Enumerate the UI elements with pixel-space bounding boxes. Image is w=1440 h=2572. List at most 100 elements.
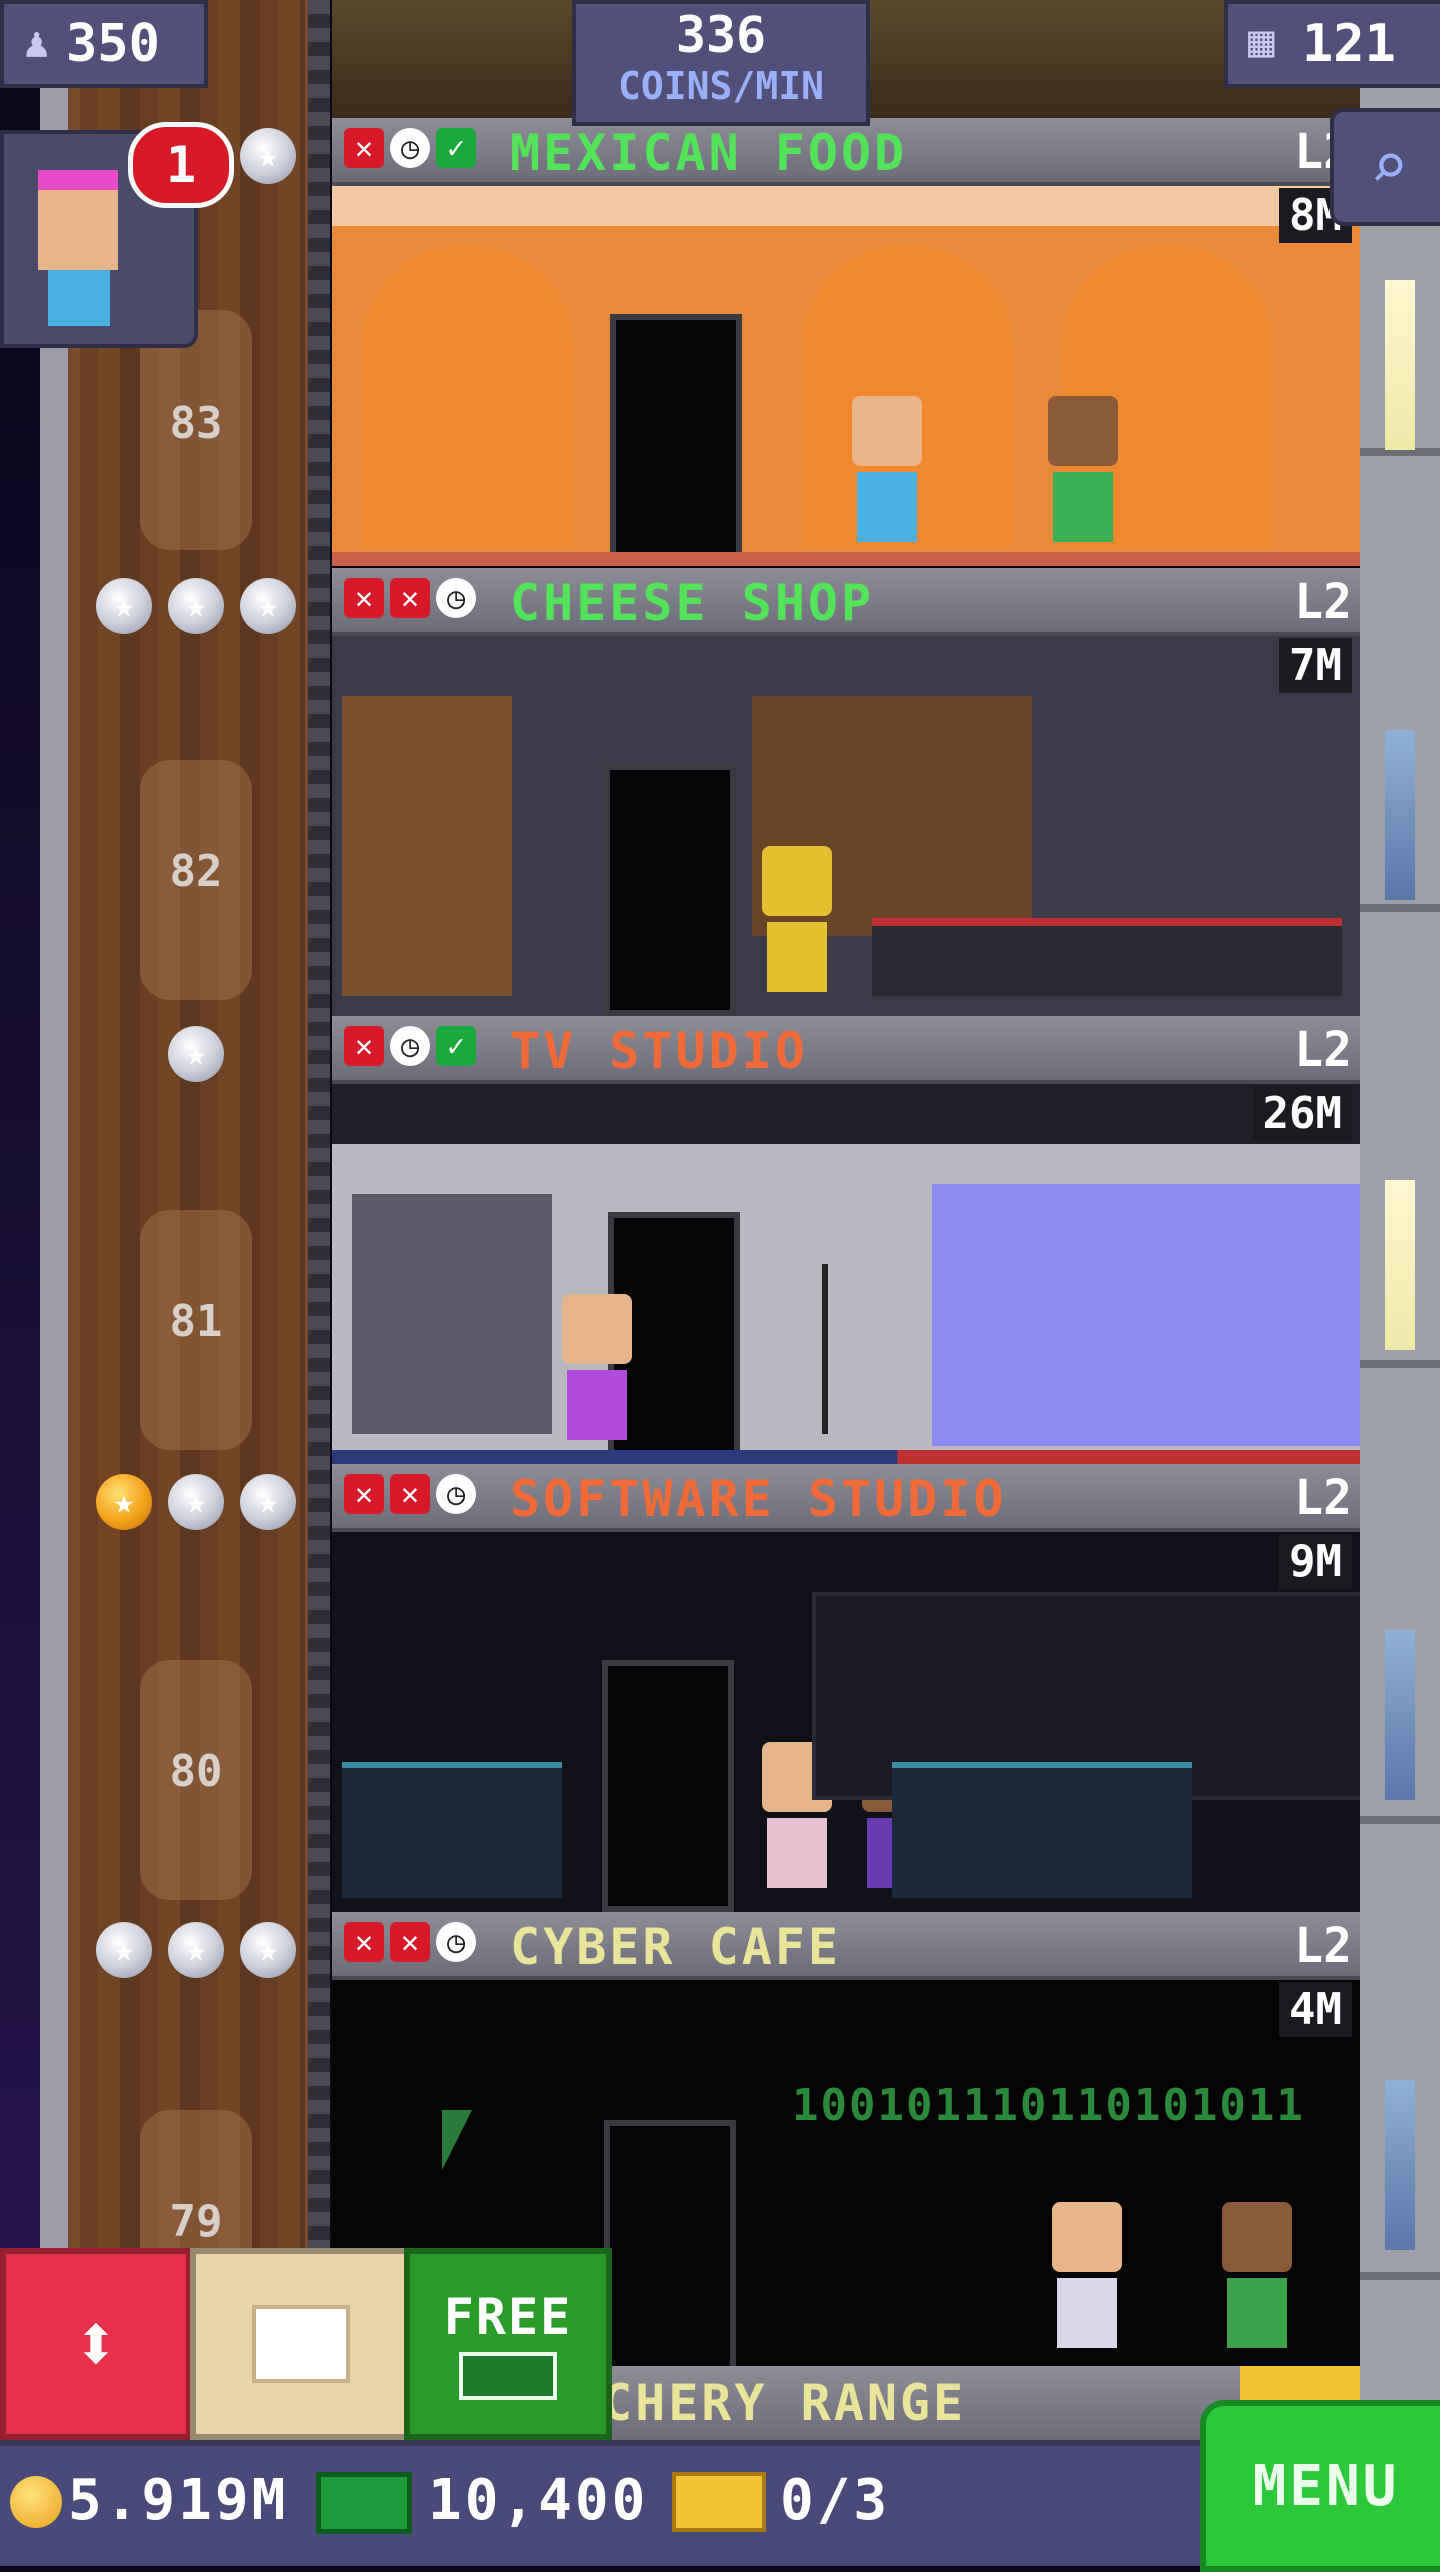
floor-header: ✕ ◷ ✓ TV STUDIO L2 <box>332 1016 1360 1084</box>
bitizen[interactable] <box>562 1294 632 1444</box>
decor-desk <box>342 1762 562 1898</box>
free-label: FREE <box>443 2288 573 2346</box>
floor-cheese-shop[interactable]: ✕ ✕ ◷ CHEESE SHOP L2 7M <box>332 568 1360 1016</box>
clock-icon: ◷ <box>436 1474 476 1514</box>
floor-stars-cheese-shop: ★ ★ ★ <box>96 578 296 634</box>
room-door <box>602 1660 734 1912</box>
floor-level: L2 <box>1294 574 1352 630</box>
room-door <box>604 2120 736 2372</box>
floor-tv-studio[interactable]: ✕ ◷ ✓ TV STUDIO L2 26M <box>332 1016 1360 1464</box>
silver-star-icon: ★ <box>168 578 224 634</box>
space-background <box>0 0 40 2560</box>
elevator-beam <box>308 0 330 2440</box>
magnifier-icon: ⌕ <box>1369 130 1409 204</box>
silver-star-icon: ★ <box>168 1922 224 1978</box>
menu-label: MENU <box>1252 2453 1400 2519</box>
floors-counter[interactable]: ▦ 121 <box>1224 0 1440 88</box>
floor-number-label: 80 <box>169 1746 223 1797</box>
bitizen[interactable] <box>762 846 832 996</box>
floor-name: TV STUDIO <box>510 1022 808 1080</box>
stock-icons: ✕ ✕ ◷ <box>344 1474 476 1514</box>
window <box>1385 1630 1415 1800</box>
floor-level: L2 <box>1294 1470 1352 1526</box>
elevator-rail <box>40 0 68 2440</box>
bitizen[interactable] <box>1048 396 1118 546</box>
window <box>1385 730 1415 900</box>
floor-strip <box>332 1450 1360 1464</box>
zoom-button[interactable]: ⌕ <box>1330 108 1440 226</box>
silver-star-icon: ★ <box>240 128 296 184</box>
cursor-icon <box>442 2110 472 2170</box>
silver-star-icon: ★ <box>240 1922 296 1978</box>
decor-counter <box>872 918 1342 996</box>
population-counter[interactable]: ♟ 350 <box>0 0 208 88</box>
stock-icons: ✕ ◷ ✓ <box>344 128 476 168</box>
out-of-stock-icon: ✕ <box>344 578 384 618</box>
floor-number-label: 81 <box>169 1296 223 1347</box>
out-of-stock-icon: ✕ <box>390 578 430 618</box>
window-lit <box>1385 280 1415 450</box>
floor-level: L2 <box>1294 1022 1352 1078</box>
population-icon: ♟ <box>24 18 50 67</box>
free-bux-button[interactable]: FREE <box>404 2248 612 2440</box>
stock-icons: ✕ ✕ ◷ <box>344 578 476 618</box>
clock-icon: ◷ <box>390 128 430 168</box>
floor-header: ✕ ◷ ✓ MEXICAN FOOD L2 <box>332 118 1360 186</box>
building-icon: ▦ <box>1248 16 1275 67</box>
floors-value: 121 <box>1302 14 1396 74</box>
up-down-arrows-icon: ⬍ <box>71 2297 121 2390</box>
out-of-stock-icon: ✕ <box>344 1922 384 1962</box>
floor-name: MEXICAN FOOD <box>510 124 908 182</box>
floor-stars-mexican-food: ★ <box>240 128 296 184</box>
window-lit <box>1385 1180 1415 1350</box>
bitizen[interactable] <box>1222 2202 1292 2352</box>
floor-number-label: 83 <box>169 398 223 449</box>
floor-stars-software-studio: ★ ★ ★ <box>96 1474 296 1530</box>
room-interior <box>332 1084 1360 1464</box>
out-of-stock-icon: ✕ <box>390 1922 430 1962</box>
silver-star-icon: ★ <box>168 1474 224 1530</box>
floor-header: ✕ ✕ ◷ SOFTWARE STUDIO L2 <box>332 1464 1360 1532</box>
check-icon: ✓ <box>436 1026 476 1066</box>
bitizen[interactable] <box>852 396 922 546</box>
coins-rate-unit: COINS/MIN <box>618 64 824 108</box>
silver-star-icon: ★ <box>168 1026 224 1082</box>
floor-coins: 4M <box>1279 1982 1352 2037</box>
coins-rate-display: 336 COINS/MIN <box>572 0 870 126</box>
clock-icon: ◷ <box>436 578 476 618</box>
bux-balance: 10,400 <box>428 2468 649 2533</box>
floor-mexican-food[interactable]: ✕ ◷ ✓ MEXICAN FOOD L2 8M <box>332 118 1360 568</box>
out-of-stock-icon: ✕ <box>390 1474 430 1514</box>
floor-header: ✕ ✕ ◷ CHEESE SHOP L2 <box>332 568 1360 636</box>
menu-button[interactable]: MENU <box>1200 2400 1440 2572</box>
floor-coins: 9M <box>1279 1534 1352 1589</box>
stock-icons: ✕ ◷ ✓ <box>344 1026 476 1066</box>
floor-name: CYBER CAFE <box>510 1918 842 1976</box>
stock-icons: ✕ ✕ ◷ <box>344 1922 476 1962</box>
silver-star-icon: ★ <box>240 1474 296 1530</box>
bux-icon <box>459 2352 557 2400</box>
golden-ticket-icon <box>672 2472 766 2532</box>
gold-star-icon: ★ <box>96 1474 152 1530</box>
elevator-button[interactable]: ⬍ <box>0 2248 192 2440</box>
floor-stars-cyber-cafe: ★ ★ ★ <box>96 1922 296 1978</box>
tickets-balance: 0/3 <box>780 2468 891 2533</box>
decor-control-panel <box>352 1194 552 1434</box>
inventory-button[interactable] <box>190 2248 412 2440</box>
floor-strip <box>332 552 1360 566</box>
floor-number-label: 82 <box>169 846 223 897</box>
check-icon: ✓ <box>436 128 476 168</box>
floor-software-studio[interactable]: ✕ ✕ ◷ SOFTWARE STUDIO L2 9M <box>332 1464 1360 1912</box>
decor-backdrop <box>932 1184 1360 1446</box>
bitizen[interactable] <box>1052 2202 1122 2352</box>
silver-star-icon: ★ <box>96 1922 152 1978</box>
clock-icon: ◷ <box>390 1026 430 1066</box>
floor-name: CHERY RANGE <box>602 2374 967 2432</box>
floor-name: CHEESE SHOP <box>510 574 875 632</box>
floor-coins: 26M <box>1252 1086 1352 1141</box>
floor-header: ✕ ✕ ◷ CYBER CAFE L2 <box>332 1912 1360 1980</box>
decor-arch <box>362 246 572 546</box>
population-value: 350 <box>66 14 160 74</box>
notification-badge[interactable]: 1 <box>128 122 234 208</box>
coins-balance: 5.919M <box>68 2468 289 2533</box>
